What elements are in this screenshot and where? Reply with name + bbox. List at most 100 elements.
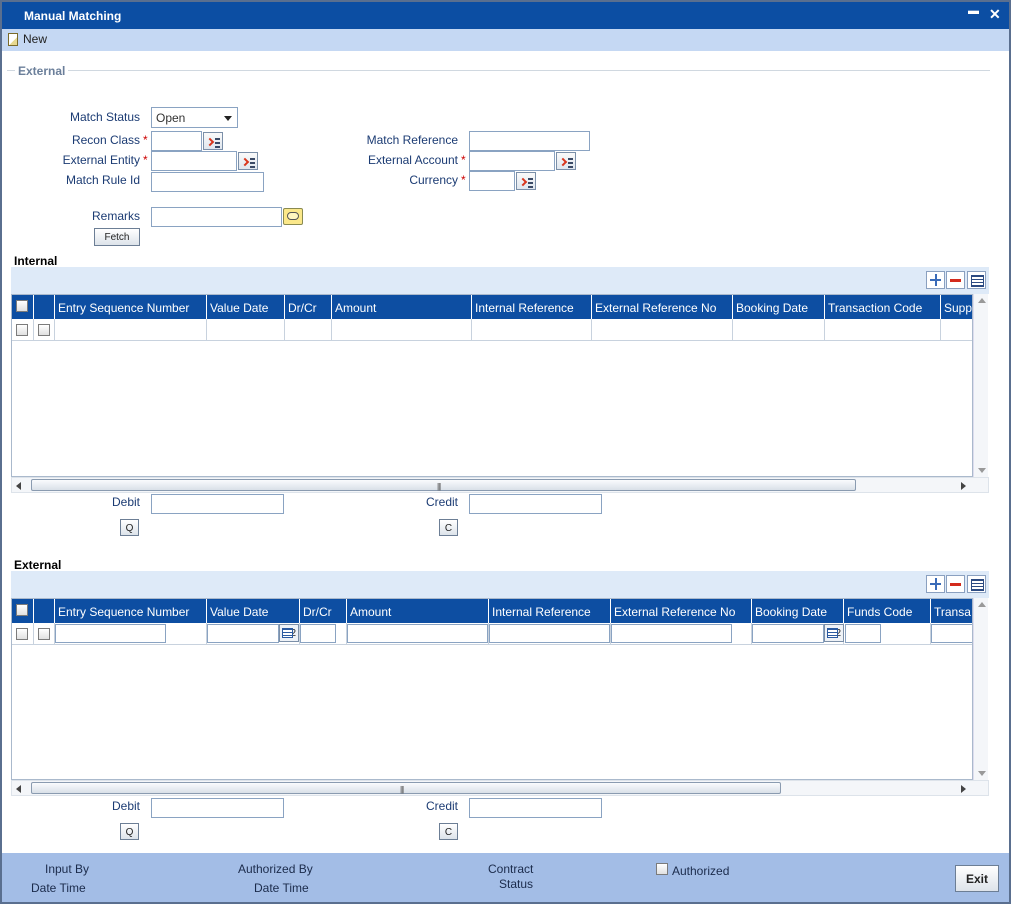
external-col-dr-cr[interactable]: Dr/Cr bbox=[300, 599, 347, 623]
internal-credit-query-button[interactable]: C bbox=[439, 519, 458, 536]
internal-delete-row-icon[interactable] bbox=[946, 271, 965, 289]
external-delete-row-icon[interactable] bbox=[946, 575, 965, 593]
recon-class-lov-icon[interactable] bbox=[203, 132, 223, 150]
internal-debit-query-button[interactable]: Q bbox=[120, 519, 139, 536]
external-single-view-icon[interactable] bbox=[967, 575, 986, 593]
chevron-down-icon bbox=[224, 116, 232, 121]
external-scroll-thumb[interactable]: ||| bbox=[31, 782, 781, 794]
external-col-entry-seq[interactable]: Entry Sequence Number bbox=[55, 599, 207, 623]
external-credit-query-button[interactable]: C bbox=[439, 823, 458, 840]
external-col-funds-code[interactable]: Funds Code bbox=[844, 599, 931, 623]
external-row-check-checkbox[interactable] bbox=[38, 628, 50, 640]
new-button[interactable]: New bbox=[8, 32, 47, 46]
exit-button[interactable]: Exit bbox=[955, 865, 999, 892]
internal-cell-supp[interactable] bbox=[941, 319, 972, 341]
external-col-transaction[interactable]: Transa bbox=[931, 599, 972, 623]
external-row-select-checkbox[interactable] bbox=[16, 628, 28, 640]
internal-col-entry-seq[interactable]: Entry Sequence Number bbox=[55, 295, 207, 319]
external-col-internal-ref[interactable]: Internal Reference bbox=[489, 599, 611, 623]
audit-footer: Input By Date Time Authorized By Date Ti… bbox=[2, 853, 1009, 902]
external-col-value-date[interactable]: Value Date bbox=[207, 599, 300, 623]
internal-cell-dr-cr[interactable] bbox=[285, 319, 332, 341]
external-vertical-scrollbar[interactable] bbox=[973, 598, 988, 780]
internal-row-select-checkbox[interactable] bbox=[16, 324, 28, 336]
internal-single-view-icon[interactable] bbox=[967, 271, 986, 289]
internal-add-row-icon[interactable] bbox=[926, 271, 945, 289]
external-debit-input[interactable] bbox=[151, 798, 284, 818]
internal-cell-transaction-code[interactable] bbox=[825, 319, 941, 341]
external-debit-label: Debit bbox=[111, 799, 140, 813]
match-reference-label: Match Reference bbox=[366, 133, 458, 147]
internal-col-internal-ref[interactable]: Internal Reference bbox=[472, 295, 592, 319]
external-account-lov-icon[interactable] bbox=[556, 152, 576, 170]
external-entity-lov-icon[interactable] bbox=[238, 152, 258, 170]
external-credit-input[interactable] bbox=[469, 798, 602, 818]
match-reference-input[interactable] bbox=[469, 131, 590, 151]
external-debit-query-button[interactable]: Q bbox=[120, 823, 139, 840]
internal-col-dr-cr[interactable]: Dr/Cr bbox=[285, 295, 332, 319]
internal-cell-amount[interactable] bbox=[332, 319, 472, 341]
recon-class-input[interactable] bbox=[151, 131, 202, 151]
internal-col-value-date[interactable]: Value Date bbox=[207, 295, 285, 319]
booking-date-calendar-icon[interactable]: 2 bbox=[824, 624, 844, 642]
window-title: Manual Matching bbox=[24, 9, 122, 23]
internal-debit-input[interactable] bbox=[151, 494, 284, 514]
external-funds-code-input[interactable] bbox=[845, 624, 881, 643]
remarks-speech-icon[interactable] bbox=[283, 208, 303, 225]
currency-lov-icon[interactable] bbox=[516, 172, 536, 190]
external-account-input[interactable] bbox=[469, 151, 555, 171]
scroll-right-icon[interactable] bbox=[961, 482, 966, 490]
currency-input[interactable] bbox=[469, 171, 515, 191]
internal-col-transaction-code[interactable]: Transaction Code bbox=[825, 295, 941, 319]
external-fieldset-border bbox=[7, 70, 990, 71]
external-booking-date-input[interactable] bbox=[752, 624, 824, 643]
internal-cell-internal-ref[interactable] bbox=[472, 319, 592, 341]
internal-cell-booking-date[interactable] bbox=[733, 319, 825, 341]
scroll-left-icon[interactable] bbox=[16, 785, 21, 793]
external-horizontal-scrollbar[interactable]: ||| bbox=[11, 780, 989, 796]
external-select-all-checkbox[interactable] bbox=[16, 604, 28, 616]
recon-class-label: Recon Class bbox=[71, 133, 140, 147]
external-transaction-input[interactable] bbox=[931, 624, 972, 643]
internal-cell-entry-seq[interactable] bbox=[55, 319, 207, 341]
external-entity-input[interactable] bbox=[151, 151, 237, 171]
external-amount-input[interactable] bbox=[347, 624, 488, 643]
input-date-time-label: Date Time bbox=[31, 881, 86, 895]
external-col-booking-date[interactable]: Booking Date bbox=[752, 599, 844, 623]
external-entity-required-mark: * bbox=[143, 153, 148, 167]
external-col-external-ref[interactable]: External Reference No bbox=[611, 599, 752, 623]
scroll-right-icon[interactable] bbox=[961, 785, 966, 793]
internal-col-amount[interactable]: Amount bbox=[332, 295, 472, 319]
external-grid-toolbar bbox=[11, 571, 989, 598]
fetch-button[interactable]: Fetch bbox=[94, 228, 140, 246]
internal-cell-external-ref[interactable] bbox=[592, 319, 733, 341]
external-add-row-icon[interactable] bbox=[926, 575, 945, 593]
internal-horizontal-scrollbar[interactable]: ||| bbox=[11, 477, 989, 493]
external-external-ref-input[interactable] bbox=[611, 624, 732, 643]
external-internal-ref-input[interactable] bbox=[489, 624, 610, 643]
authorized-checkbox[interactable] bbox=[656, 863, 668, 875]
remarks-input[interactable] bbox=[151, 207, 282, 227]
external-dr-cr-input[interactable] bbox=[300, 624, 336, 643]
external-value-date-input[interactable] bbox=[207, 624, 279, 643]
new-label: New bbox=[23, 32, 48, 46]
close-icon[interactable]: ✕ bbox=[989, 6, 1001, 23]
internal-col-external-ref[interactable]: External Reference No bbox=[592, 295, 733, 319]
internal-credit-label: Credit bbox=[425, 495, 458, 509]
match-status-select[interactable]: Open bbox=[151, 107, 238, 128]
internal-scroll-thumb[interactable]: ||| bbox=[31, 479, 856, 491]
value-date-calendar-icon[interactable]: 2 bbox=[279, 624, 299, 642]
internal-credit-input[interactable] bbox=[469, 494, 602, 514]
scroll-left-icon[interactable] bbox=[16, 482, 21, 490]
external-col-amount[interactable]: Amount bbox=[347, 599, 489, 623]
internal-row-check-checkbox[interactable] bbox=[38, 324, 50, 336]
internal-col-booking-date[interactable]: Booking Date bbox=[733, 295, 825, 319]
internal-col-supp[interactable]: Supp bbox=[941, 295, 972, 319]
internal-vertical-scrollbar[interactable] bbox=[973, 294, 988, 477]
internal-header-spacer bbox=[34, 295, 55, 319]
internal-select-all-checkbox[interactable] bbox=[16, 300, 28, 312]
match-rule-id-input[interactable] bbox=[151, 172, 264, 192]
minimize-icon[interactable]: ▬ bbox=[968, 5, 979, 17]
external-entry-seq-input[interactable] bbox=[55, 624, 166, 643]
internal-cell-value-date[interactable] bbox=[207, 319, 285, 341]
